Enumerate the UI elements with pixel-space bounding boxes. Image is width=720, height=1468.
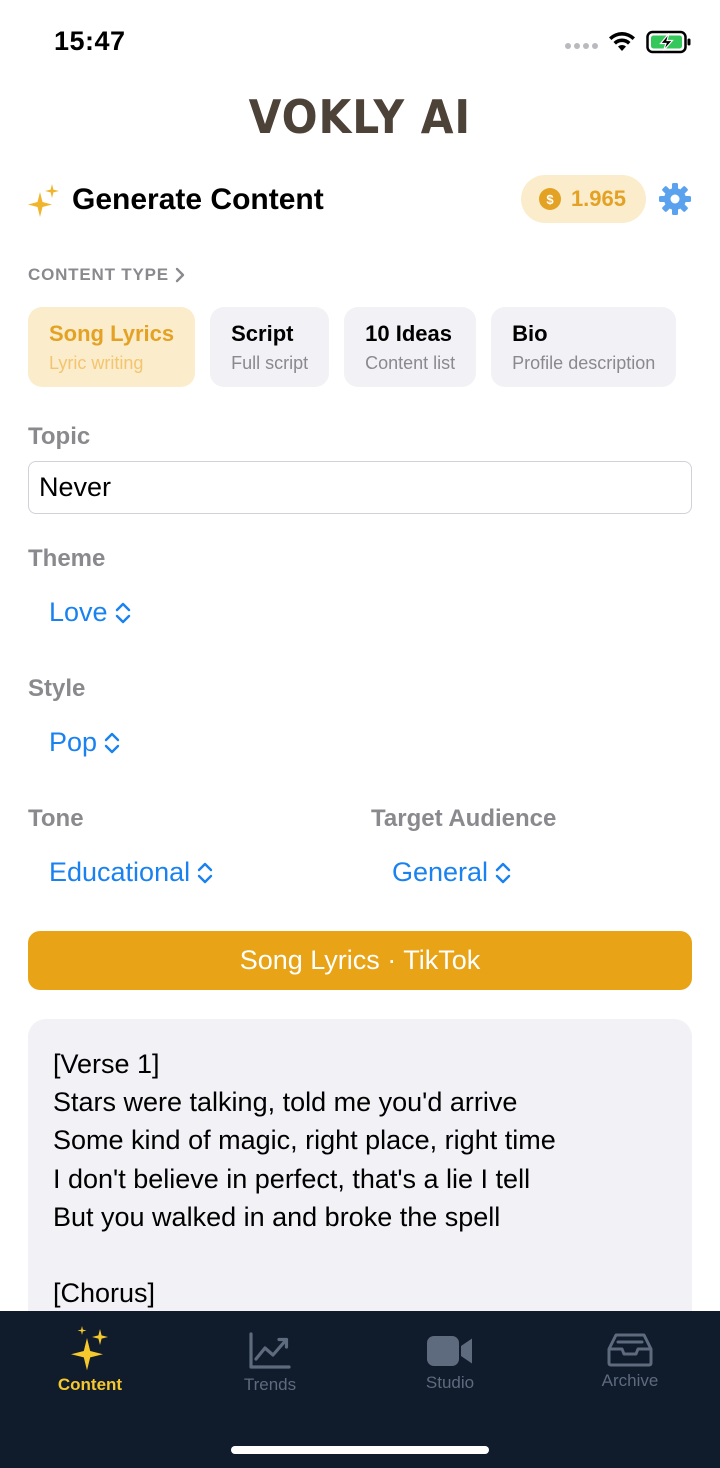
- header: Generate Content $ 1.965: [28, 172, 692, 228]
- chevron-right-icon: [175, 267, 185, 283]
- content-type-header[interactable]: CONTENT TYPE: [28, 265, 185, 285]
- chip-subtitle: Profile description: [512, 353, 656, 373]
- content-type-bio[interactable]: Bio Profile description: [491, 307, 677, 387]
- tone-picker[interactable]: Educational: [49, 857, 214, 888]
- chip-subtitle: Lyric writing: [49, 353, 144, 373]
- chevron-up-down-icon: [495, 862, 511, 883]
- tone-label: Tone: [28, 805, 84, 832]
- style-picker[interactable]: Pop: [49, 727, 121, 758]
- archive-box-icon: [607, 1333, 653, 1367]
- content-type-script[interactable]: Script Full script: [210, 307, 330, 387]
- status-time: 15:47: [54, 26, 126, 56]
- tab-content[interactable]: Content: [0, 1325, 180, 1395]
- tab-label: Studio: [425, 1373, 475, 1392]
- tab-bar: Content Trends Studio Archive: [0, 1311, 720, 1468]
- chip-subtitle: Content list: [365, 353, 456, 373]
- chip-title: Script: [231, 321, 294, 346]
- cellular-signal-icon: [565, 43, 598, 49]
- content-type-options: Song Lyrics Lyric writing Script Full sc…: [28, 307, 692, 389]
- tab-label: Content: [57, 1375, 123, 1394]
- coin-balance-badge[interactable]: $ 1.965: [520, 175, 646, 223]
- status-icons: [565, 30, 692, 54]
- wifi-icon: [609, 32, 635, 51]
- content-type-10-ideas[interactable]: 10 Ideas Content list: [344, 307, 477, 387]
- generate-button[interactable]: Song Lyrics · TikTok: [28, 931, 692, 990]
- brand-logo: VOKLY AI: [0, 90, 720, 144]
- generated-lyrics: [Verse 1] Stars were talking, told me yo…: [53, 1049, 556, 1309]
- status-bar: 15:47: [0, 0, 720, 88]
- chip-subtitle: Full script: [231, 353, 309, 373]
- coin-icon: $: [538, 188, 561, 210]
- audience-picker[interactable]: General: [392, 857, 512, 888]
- topic-label: Topic: [28, 423, 91, 450]
- settings-gear-icon[interactable]: [658, 182, 692, 216]
- topic-input[interactable]: [28, 461, 692, 514]
- tab-label: Archive: [601, 1371, 659, 1390]
- style-value: Pop: [49, 727, 98, 757]
- chip-title: Bio: [512, 321, 548, 346]
- coin-balance: 1.965: [570, 186, 626, 211]
- chevron-up-down-icon: [104, 732, 120, 753]
- home-indicator[interactable]: [231, 1446, 489, 1454]
- tone-value: Educational: [49, 857, 191, 887]
- theme-picker[interactable]: Love: [49, 597, 132, 628]
- theme-value: Love: [49, 597, 108, 627]
- sparkles-icon: [28, 184, 59, 217]
- output-card[interactable]: [Verse 1] Stars were talking, told me yo…: [28, 1019, 692, 1349]
- audience-label: Target Audience: [371, 805, 557, 832]
- style-label: Style: [28, 675, 86, 702]
- chip-title: Song Lyrics: [49, 321, 175, 346]
- tab-studio[interactable]: Studio: [360, 1333, 540, 1393]
- tab-label: Trends: [243, 1375, 297, 1394]
- chart-line-icon: [249, 1332, 291, 1369]
- chevron-up-down-icon: [115, 602, 130, 623]
- tab-trends[interactable]: Trends: [180, 1331, 360, 1395]
- tab-archive[interactable]: Archive: [540, 1333, 720, 1391]
- sparkles-icon: [71, 1326, 108, 1371]
- chevron-up-down-icon: [197, 862, 213, 883]
- audience-value: General: [392, 857, 489, 887]
- battery-charging-icon: [646, 30, 691, 54]
- video-camera-icon: [427, 1336, 472, 1366]
- brand-name: VOKLY AI: [248, 90, 472, 144]
- content-type-song-lyrics[interactable]: Song Lyrics Lyric writing: [28, 307, 196, 387]
- page-title: Generate Content: [72, 183, 324, 216]
- theme-label: Theme: [28, 545, 106, 572]
- content-type-label: CONTENT TYPE: [28, 265, 169, 284]
- chip-title: 10 Ideas: [365, 321, 452, 346]
